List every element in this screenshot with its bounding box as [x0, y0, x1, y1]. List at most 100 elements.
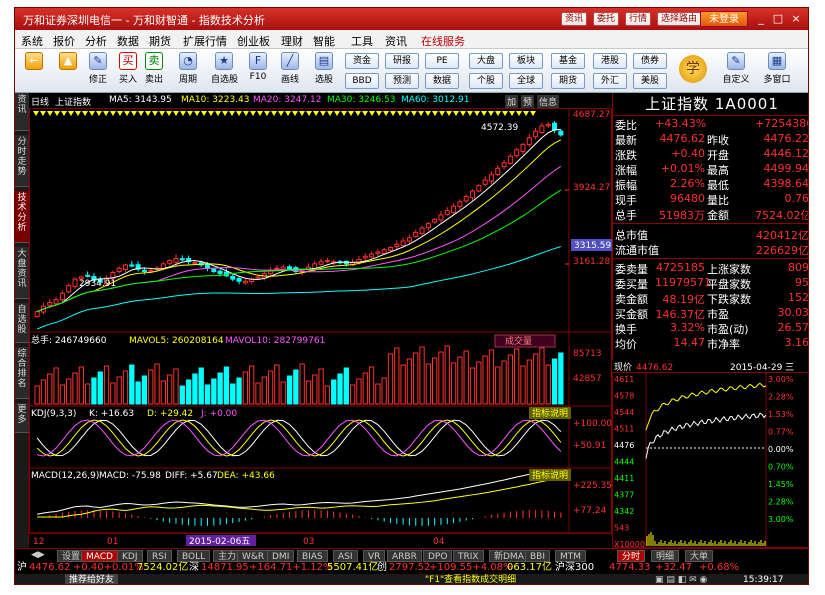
- menu-analysis[interactable]: 分析: [85, 33, 107, 49]
- menu-tools[interactable]: 工具: [351, 33, 373, 49]
- candle: [66, 285, 72, 293]
- watchlist-button[interactable]: ★ 自选股: [211, 51, 238, 91]
- menu-online[interactable]: 在线服务: [421, 33, 465, 49]
- right-tab-intraday[interactable]: 分时: [617, 550, 646, 562]
- left-tab-ranking[interactable]: 综合排名: [15, 347, 29, 399]
- tab-scroll-arrows[interactable]: ◀▶: [31, 550, 45, 560]
- maximize-icon[interactable]: □: [771, 12, 785, 26]
- fund-button[interactable]: 资金: [345, 53, 379, 69]
- indicator-tab[interactable]: RSI: [147, 550, 172, 562]
- indicator-tab[interactable]: MTM: [555, 550, 587, 562]
- global-button[interactable]: 全球: [509, 73, 543, 89]
- menu-gem[interactable]: 创业板: [237, 33, 270, 49]
- bond-button[interactable]: 债券: [633, 53, 667, 69]
- right-tab-bigorder[interactable]: 大单: [685, 550, 714, 562]
- menu-quote[interactable]: 报价: [53, 33, 75, 49]
- funds-button[interactable]: 基金: [551, 53, 585, 69]
- f10-button[interactable]: F F10: [245, 51, 271, 91]
- login-button[interactable]: 未登录: [700, 11, 748, 27]
- title-info-button[interactable]: 资讯: [561, 12, 588, 26]
- forex-button[interactable]: 外汇: [593, 73, 627, 89]
- marker-triangle: [194, 111, 200, 116]
- indicator-tab[interactable]: W&R: [237, 550, 270, 562]
- revise-button[interactable]: ✎ 修正: [85, 51, 111, 91]
- candle: [470, 190, 476, 199]
- volume-bar: [514, 348, 520, 405]
- minimize-icon[interactable]: _: [754, 12, 768, 26]
- left-tab-watchlist[interactable]: 自选股: [15, 303, 29, 343]
- recommend-button[interactable]: 推荐给好友: [65, 574, 119, 584]
- indicator-tab[interactable]: BOLL: [177, 550, 211, 562]
- pe-button[interactable]: PE: [425, 53, 459, 69]
- sector-button[interactable]: 板块: [509, 53, 543, 69]
- period-button[interactable]: ◔ 周期: [175, 51, 201, 91]
- forecast-info-button[interactable]: 预: [521, 95, 535, 108]
- menu-smart[interactable]: 智能: [313, 33, 335, 49]
- up-button[interactable]: ▲: [55, 51, 81, 91]
- menu-data[interactable]: 数据: [117, 33, 139, 49]
- market-button[interactable]: 大盘: [469, 53, 503, 69]
- study-button[interactable]: 学: [679, 55, 707, 83]
- indicator-tab[interactable]: MACD: [81, 550, 118, 562]
- add-button[interactable]: 加: [505, 95, 519, 108]
- hk-stock-button[interactable]: 港股: [593, 53, 627, 69]
- marker-triangle: [453, 111, 459, 116]
- menu-finance[interactable]: 理财: [281, 33, 303, 49]
- menu-system[interactable]: 系统: [21, 33, 43, 49]
- sell-button[interactable]: 卖卖出: [141, 51, 167, 91]
- bbd-button[interactable]: BBD: [345, 73, 379, 89]
- stock-button[interactable]: 个股: [469, 73, 503, 89]
- indicator-tab[interactable]: 新DMA: [489, 550, 529, 562]
- us-stock-button[interactable]: 美股: [633, 73, 667, 89]
- info-button[interactable]: 信息: [537, 95, 560, 108]
- ticker-sh-label: 沪: [17, 562, 27, 573]
- indicator-tab[interactable]: ASI: [333, 550, 358, 562]
- volume-bar: [444, 345, 450, 405]
- kdj-k: K: +16.63: [89, 409, 134, 419]
- left-tab-news[interactable]: 资讯: [15, 93, 29, 131]
- indicator-tab[interactable]: KDJ: [117, 550, 143, 562]
- indicator-tab[interactable]: DMI: [267, 550, 295, 562]
- title-trade-button[interactable]: 委托: [593, 12, 620, 26]
- buy-button[interactable]: 买买入: [115, 51, 141, 91]
- mini-intraday-chart[interactable]: 现价 4476.62 2015-04-29 三 4611 4578 4544 4511…: [612, 360, 809, 548]
- candle: [242, 280, 248, 284]
- market-stat-cell: 14.47: [673, 336, 706, 349]
- left-tab-technical[interactable]: 技术分析: [15, 191, 29, 243]
- menu-futures[interactable]: 期货: [149, 33, 171, 49]
- menu-ext-quote[interactable]: 扩展行情: [183, 33, 227, 49]
- marker-triangle: [124, 111, 130, 116]
- menu-news[interactable]: 资讯: [385, 33, 407, 49]
- stock-picker-button[interactable]: ▤ 选股: [311, 51, 337, 91]
- indicator-tab[interactable]: ARBR: [387, 550, 422, 562]
- status-icons[interactable]: ▣ ▤ ◧ ✉ ◉: [655, 574, 707, 584]
- title-route-button[interactable]: 选择路由: [657, 12, 702, 26]
- indicator-tab[interactable]: BIAS: [297, 550, 328, 562]
- indicator-tab[interactable]: BBI: [525, 550, 551, 562]
- multi-window-button[interactable]: ▦ 多窗口: [757, 51, 797, 91]
- volume-select-label: 成交量: [505, 335, 532, 347]
- marker-triangle: [47, 111, 53, 116]
- title-quote-button[interactable]: 行情: [625, 12, 652, 26]
- futures-button[interactable]: 期货: [551, 73, 585, 89]
- left-tab-more[interactable]: 更多: [15, 403, 29, 433]
- right-tab-detail[interactable]: 明细: [651, 550, 680, 562]
- draw-line-button[interactable]: ╱ 画线: [277, 51, 303, 91]
- indicator-tab[interactable]: DPO: [423, 550, 453, 562]
- indicator-tab[interactable]: VR: [363, 550, 386, 562]
- forecast-button[interactable]: 预测: [385, 73, 419, 89]
- back-button[interactable]: ←: [21, 51, 47, 91]
- data-button[interactable]: 数据: [425, 73, 459, 89]
- volume-bar: [432, 357, 438, 405]
- title-bar[interactable]: 万和证券深圳电信一 - 万和财智通 - 指数技术分析 资讯 委托 行情 选择路由…: [15, 8, 808, 30]
- volume-bar: [438, 351, 444, 405]
- kdj-d: D: +29.42: [147, 409, 193, 419]
- left-tab-market-news[interactable]: 大盘资讯: [15, 247, 29, 299]
- indicator-tab[interactable]: TRIX: [453, 550, 484, 562]
- close-icon[interactable]: ×: [789, 12, 803, 26]
- customize-button[interactable]: ✎ 自定义: [719, 51, 753, 91]
- left-tab-intraday[interactable]: 分时走势: [15, 135, 29, 187]
- kline-chart[interactable]: 4687.27 3924.27 3161.28 3315.59 4572.39 …: [29, 108, 612, 548]
- research-button[interactable]: 研报: [385, 53, 419, 69]
- kdj-line: [36, 419, 562, 457]
